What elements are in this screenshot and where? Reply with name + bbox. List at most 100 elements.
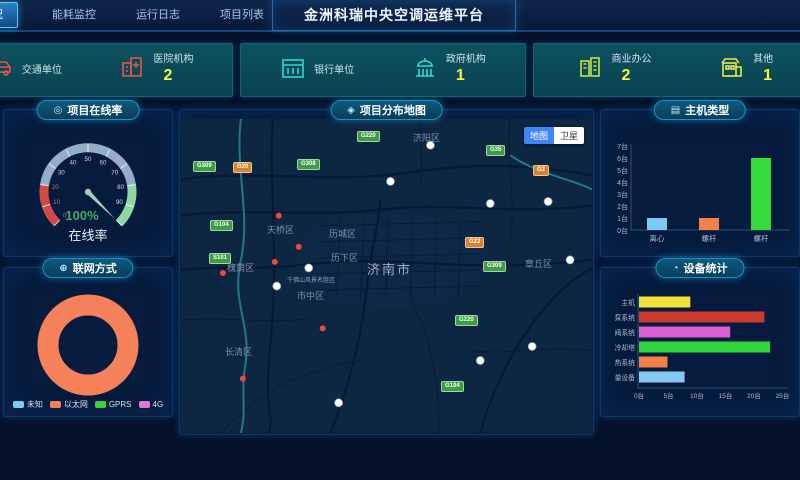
main-area: ◎ 项目在线率: [0, 97, 800, 435]
government-icon: [412, 54, 438, 85]
stat-card-2: 银行单位 政府机构 1: [240, 43, 525, 97]
tab-energy-monitor[interactable]: 能耗监控: [46, 0, 102, 30]
stat-label: 交通单位: [22, 64, 62, 77]
road-badge: G220: [455, 315, 478, 326]
stat-label: 政府机构: [446, 53, 486, 66]
svg-text:阀系统: 阀系统: [615, 328, 636, 337]
panel-project-map: ◈ 项目分布地图: [179, 109, 594, 435]
hospital-icon: [119, 54, 145, 85]
road-badge: S101: [209, 253, 231, 264]
panel-host-type-header: ▤ 主机类型: [654, 100, 746, 120]
map-button[interactable]: 地图: [524, 127, 554, 144]
stat-hospital: 医院机构 2: [119, 53, 193, 87]
road-badge: G20: [233, 162, 252, 173]
svg-text:5台: 5台: [663, 391, 673, 400]
online-rate-gauge: 0 10 20 30 40 50 60 70 80 90: [6, 122, 170, 254]
gauge-value: 100%: [65, 208, 99, 223]
bar-screw-1: [699, 218, 719, 230]
bar-cooling-tower: [639, 342, 770, 353]
panel-title: 联网方式: [73, 260, 117, 276]
bar-screw-2: [751, 158, 771, 230]
svg-text:2台: 2台: [617, 202, 628, 211]
stat-value: 1: [753, 66, 773, 87]
svg-text:量设备: 量设备: [615, 373, 636, 382]
svg-text:螺杆: 螺杆: [702, 233, 717, 243]
top-nav: 概况 能耗监控 运行日志 项目列表 视频监控 金洲科瑞中央空调运维平台: [0, 0, 800, 32]
left-column: ◎ 项目在线率: [3, 109, 173, 417]
stats-row: 交通单位 医院机构 2 银行单位: [0, 43, 800, 97]
map-canvas[interactable]: 济南市 历城区 历下区 天桥区 市中区 槐荫区 长清区 济阳区 章丘区 千佛山风…: [181, 119, 592, 433]
svg-text:25台: 25台: [776, 391, 790, 400]
svg-text:90: 90: [116, 199, 123, 206]
svg-text:50: 50: [85, 156, 92, 163]
bar-host: [639, 297, 690, 308]
svg-text:6台: 6台: [617, 154, 628, 163]
svg-text:热系统: 热系统: [615, 358, 636, 367]
panel-title: 项目分布地图: [360, 102, 426, 118]
right-column: ▤ 主机类型 0台 1台 2台 3台 4台 5台: [600, 109, 800, 417]
stat-label: 其他: [753, 53, 773, 66]
road-badge: G309: [193, 161, 216, 172]
panel-title: 项目在线率: [67, 102, 122, 118]
stat-value: 1: [446, 66, 486, 87]
panel-online-rate: ◎ 项目在线率: [3, 109, 173, 257]
panel-network-mode: ⊕ 联网方式 未知 以太网 GPRS 4G: [3, 267, 173, 417]
svg-text:15台: 15台: [719, 391, 733, 400]
svg-text:0台: 0台: [634, 391, 644, 400]
map-district-label: 市中区: [297, 289, 324, 302]
tab-overview[interactable]: 概况: [0, 2, 18, 28]
stat-label: 医院机构: [153, 53, 193, 66]
map-district-label: 济阳区: [413, 131, 440, 144]
platform-title-box: 金洲科瑞中央空调运维平台: [272, 0, 516, 31]
office-icon: [577, 54, 603, 85]
svg-text:3台: 3台: [617, 190, 628, 199]
stat-value: 2: [611, 66, 651, 87]
network-donut-chart: 未知 以太网 GPRS 4G: [6, 280, 170, 414]
stat-bank: 银行单位: [280, 55, 354, 86]
svg-text:60: 60: [100, 160, 107, 167]
bank-icon: [280, 55, 306, 86]
panel-network-header: ⊕ 联网方式: [42, 258, 133, 278]
panel-device-stats-header: ◔ 设备统计: [655, 258, 744, 278]
tab-project-list[interactable]: 项目列表: [214, 0, 270, 30]
stat-label: 银行单位: [314, 64, 354, 77]
stat-card-1: 交通单位 医院机构 2: [0, 43, 233, 97]
road-badge: G104: [210, 220, 233, 231]
gauge-caption: 在线率: [68, 228, 107, 243]
svg-text:10台: 10台: [690, 391, 704, 400]
svg-text:80: 80: [117, 184, 124, 191]
stat-card-3: 商业办公 2 其他 1: [533, 43, 800, 97]
road-badge: G309: [483, 261, 506, 272]
bar-centrifugal: [647, 218, 667, 230]
svg-text:10: 10: [53, 199, 60, 206]
svg-text:4台: 4台: [617, 178, 628, 187]
bar-heat-system: [639, 357, 668, 368]
tab-run-log[interactable]: 运行日志: [130, 0, 186, 30]
svg-text:70: 70: [111, 170, 118, 177]
road-badge: G22: [465, 237, 484, 248]
panel-host-type: ▤ 主机类型 0台 1台 2台 3台 4台 5台: [600, 109, 800, 257]
network-icon: ⊕: [59, 263, 67, 274]
network-legend: 未知 以太网 GPRS 4G: [13, 399, 163, 414]
bar-valve-system: [639, 327, 730, 338]
stat-other: 其他 1: [719, 53, 773, 87]
device-stats-bar-chart: 主机 泵系统 阀系统 冷却塔 热系统 量设备: [603, 280, 797, 414]
road-badge: G220: [357, 131, 380, 142]
dashboard-page: 概况 能耗监控 运行日志 项目列表 视频监控 金洲科瑞中央空调运维平台 交通单位: [0, 0, 800, 480]
map-district-label: 章丘区: [525, 257, 552, 270]
stat-traffic: 交通单位: [0, 55, 62, 86]
map-district-label: 槐荫区: [227, 261, 254, 274]
svg-text:40: 40: [70, 160, 77, 167]
svg-text:20: 20: [52, 184, 59, 191]
svg-text:0台: 0台: [617, 226, 628, 235]
panel-map-header: ◈ 项目分布地图: [330, 100, 443, 120]
road-badge: G2: [533, 165, 549, 176]
map-district-label: 历城区: [329, 227, 356, 240]
map-city-label: 济南市: [367, 259, 412, 278]
svg-text:离心: 离心: [650, 233, 665, 243]
map-district-label: 长清区: [225, 345, 252, 358]
donut-ring: [48, 305, 128, 385]
satellite-button[interactable]: 卫星: [554, 127, 584, 144]
svg-text:冷却塔: 冷却塔: [615, 343, 636, 352]
car-icon: [0, 55, 14, 86]
